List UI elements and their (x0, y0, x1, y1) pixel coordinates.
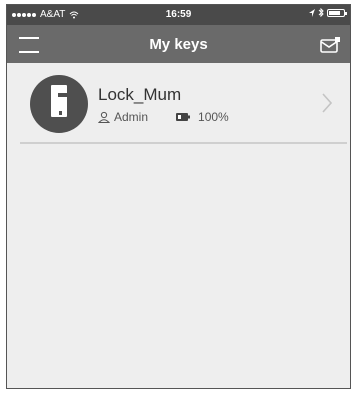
lock-battery: 100% (198, 110, 229, 124)
chevron-right-icon (322, 93, 332, 113)
lock-role: Admin (114, 110, 149, 124)
battery-fill (329, 10, 341, 15)
mail-icon[interactable] (320, 37, 340, 53)
location-icon (309, 8, 315, 17)
lock-avatar (30, 75, 88, 133)
status-bar: A&AT 16:59 (7, 5, 350, 25)
bluetooth-icon (318, 8, 324, 17)
battery-icon (327, 8, 347, 17)
phone-screen: A&AT 16:59 My keys Lock_Mum Admin 100% (6, 4, 351, 389)
lock-icon (51, 85, 69, 117)
status-time: 16:59 (165, 9, 192, 20)
user-icon (98, 111, 110, 123)
keys-list: Lock_Mum Admin 100% (7, 63, 350, 388)
lock-name: Lock_Mum (98, 85, 182, 104)
lock-meta: Admin 100% (98, 110, 229, 124)
nav-bar: My keys (7, 25, 350, 63)
battery-icon (176, 113, 191, 121)
divider (20, 142, 347, 144)
list-item-lock[interactable]: Lock_Mum Admin 100% (7, 63, 350, 143)
page-title: My keys (149, 36, 208, 53)
